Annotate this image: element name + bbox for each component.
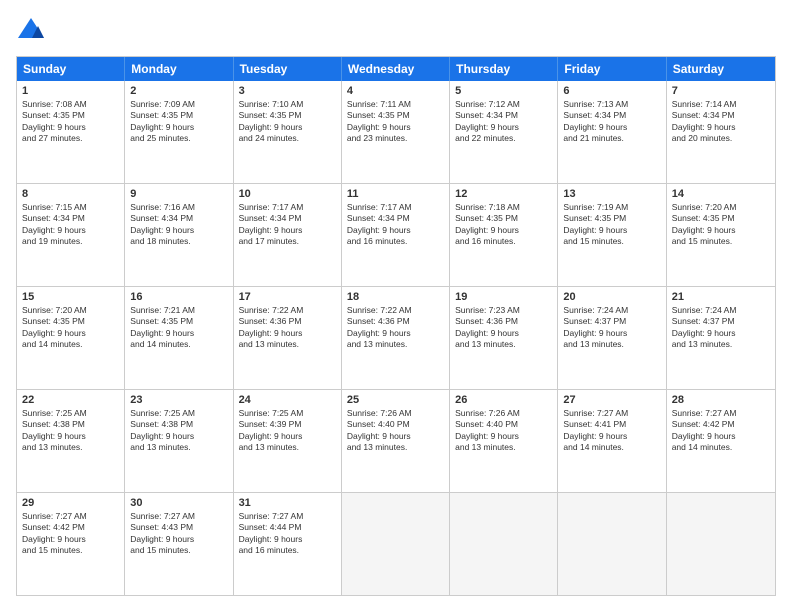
cal-cell-26: 26Sunrise: 7:26 AM Sunset: 4:40 PM Dayli… [450, 390, 558, 492]
cal-cell-7: 7Sunrise: 7:14 AM Sunset: 4:34 PM Daylig… [667, 81, 775, 183]
cal-cell-4: 4Sunrise: 7:11 AM Sunset: 4:35 PM Daylig… [342, 81, 450, 183]
cal-cell-empty-w4-5 [558, 493, 666, 595]
cal-cell-empty-w4-3 [342, 493, 450, 595]
logo-icon [16, 16, 46, 46]
cal-cell-31: 31Sunrise: 7:27 AM Sunset: 4:44 PM Dayli… [234, 493, 342, 595]
cal-row-3: 15Sunrise: 7:20 AM Sunset: 4:35 PM Dayli… [17, 287, 775, 390]
cal-cell-8: 8Sunrise: 7:15 AM Sunset: 4:34 PM Daylig… [17, 184, 125, 286]
cal-cell-15: 15Sunrise: 7:20 AM Sunset: 4:35 PM Dayli… [17, 287, 125, 389]
cal-cell-21: 21Sunrise: 7:24 AM Sunset: 4:37 PM Dayli… [667, 287, 775, 389]
cal-row-4: 22Sunrise: 7:25 AM Sunset: 4:38 PM Dayli… [17, 390, 775, 493]
cal-cell-30: 30Sunrise: 7:27 AM Sunset: 4:43 PM Dayli… [125, 493, 233, 595]
cal-cell-empty-w4-4 [450, 493, 558, 595]
cal-cell-28: 28Sunrise: 7:27 AM Sunset: 4:42 PM Dayli… [667, 390, 775, 492]
cal-cell-24: 24Sunrise: 7:25 AM Sunset: 4:39 PM Dayli… [234, 390, 342, 492]
cal-cell-6: 6Sunrise: 7:13 AM Sunset: 4:34 PM Daylig… [558, 81, 666, 183]
header [16, 16, 776, 46]
cal-cell-empty-w4-6 [667, 493, 775, 595]
cal-row-2: 8Sunrise: 7:15 AM Sunset: 4:34 PM Daylig… [17, 184, 775, 287]
cal-cell-11: 11Sunrise: 7:17 AM Sunset: 4:34 PM Dayli… [342, 184, 450, 286]
cal-cell-29: 29Sunrise: 7:27 AM Sunset: 4:42 PM Dayli… [17, 493, 125, 595]
cal-cell-27: 27Sunrise: 7:27 AM Sunset: 4:41 PM Dayli… [558, 390, 666, 492]
cal-header-sunday: Sunday [17, 57, 125, 81]
cal-cell-10: 10Sunrise: 7:17 AM Sunset: 4:34 PM Dayli… [234, 184, 342, 286]
cal-cell-5: 5Sunrise: 7:12 AM Sunset: 4:34 PM Daylig… [450, 81, 558, 183]
cal-row-1: 1Sunrise: 7:08 AM Sunset: 4:35 PM Daylig… [17, 81, 775, 184]
cal-cell-14: 14Sunrise: 7:20 AM Sunset: 4:35 PM Dayli… [667, 184, 775, 286]
cal-cell-13: 13Sunrise: 7:19 AM Sunset: 4:35 PM Dayli… [558, 184, 666, 286]
cal-cell-19: 19Sunrise: 7:23 AM Sunset: 4:36 PM Dayli… [450, 287, 558, 389]
cal-cell-17: 17Sunrise: 7:22 AM Sunset: 4:36 PM Dayli… [234, 287, 342, 389]
calendar: SundayMondayTuesdayWednesdayThursdayFrid… [16, 56, 776, 596]
cal-header-saturday: Saturday [667, 57, 775, 81]
cal-cell-23: 23Sunrise: 7:25 AM Sunset: 4:38 PM Dayli… [125, 390, 233, 492]
cal-row-5: 29Sunrise: 7:27 AM Sunset: 4:42 PM Dayli… [17, 493, 775, 595]
logo [16, 16, 50, 46]
cal-cell-3: 3Sunrise: 7:10 AM Sunset: 4:35 PM Daylig… [234, 81, 342, 183]
cal-cell-12: 12Sunrise: 7:18 AM Sunset: 4:35 PM Dayli… [450, 184, 558, 286]
calendar-body: 1Sunrise: 7:08 AM Sunset: 4:35 PM Daylig… [17, 81, 775, 595]
cal-cell-20: 20Sunrise: 7:24 AM Sunset: 4:37 PM Dayli… [558, 287, 666, 389]
cal-cell-16: 16Sunrise: 7:21 AM Sunset: 4:35 PM Dayli… [125, 287, 233, 389]
cal-cell-25: 25Sunrise: 7:26 AM Sunset: 4:40 PM Dayli… [342, 390, 450, 492]
cal-cell-1: 1Sunrise: 7:08 AM Sunset: 4:35 PM Daylig… [17, 81, 125, 183]
cal-cell-2: 2Sunrise: 7:09 AM Sunset: 4:35 PM Daylig… [125, 81, 233, 183]
cal-cell-18: 18Sunrise: 7:22 AM Sunset: 4:36 PM Dayli… [342, 287, 450, 389]
cal-header-wednesday: Wednesday [342, 57, 450, 81]
cal-cell-9: 9Sunrise: 7:16 AM Sunset: 4:34 PM Daylig… [125, 184, 233, 286]
cal-header-friday: Friday [558, 57, 666, 81]
cal-cell-22: 22Sunrise: 7:25 AM Sunset: 4:38 PM Dayli… [17, 390, 125, 492]
calendar-header: SundayMondayTuesdayWednesdayThursdayFrid… [17, 57, 775, 81]
page: SundayMondayTuesdayWednesdayThursdayFrid… [0, 0, 792, 612]
cal-header-thursday: Thursday [450, 57, 558, 81]
cal-header-tuesday: Tuesday [234, 57, 342, 81]
cal-header-monday: Monday [125, 57, 233, 81]
